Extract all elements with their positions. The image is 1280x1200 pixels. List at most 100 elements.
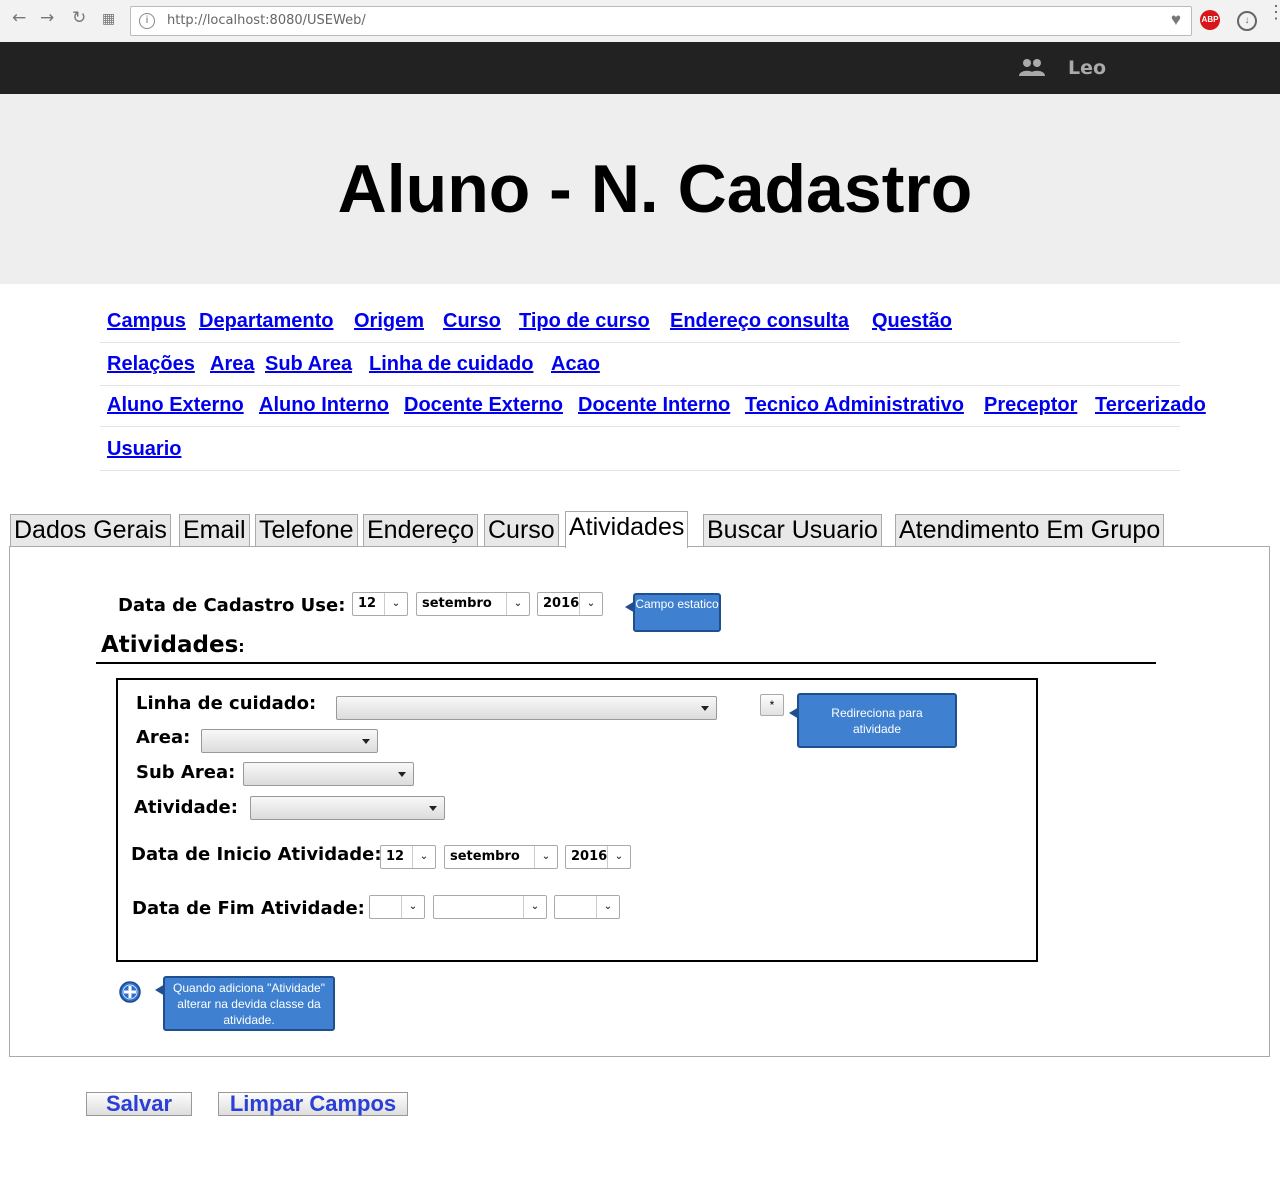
top-bar: Leo xyxy=(0,42,1280,94)
fim-month-select[interactable]: ⌄ xyxy=(433,895,547,919)
chevron-down-icon: ⌄ xyxy=(534,846,557,868)
tab-email[interactable]: Email xyxy=(179,514,250,547)
nav-link-tipo-curso[interactable]: Tipo de curso xyxy=(519,310,650,333)
nav-link-tercerizado[interactable]: Tercerizado xyxy=(1095,394,1206,417)
dropdown-arrow-icon xyxy=(362,739,370,744)
atividade-select[interactable] xyxy=(250,796,445,820)
nav-link-area[interactable]: Area xyxy=(210,353,254,376)
apps-icon[interactable]: ▦ xyxy=(102,11,115,27)
bookmark-heart-icon[interactable]: ♥ xyxy=(1171,10,1181,30)
section-title-text: Atividades xyxy=(101,632,239,658)
nav-link-docente-interno[interactable]: Docente Interno xyxy=(578,394,730,417)
inicio-month-select[interactable]: setembro ⌄ xyxy=(444,845,558,869)
cadastro-day-select[interactable]: 12 ⌄ xyxy=(352,592,408,616)
users-icon xyxy=(1019,59,1045,76)
tab-telefone[interactable]: Telefone xyxy=(255,514,358,547)
tab-dados-gerais[interactable]: Dados Gerais xyxy=(10,514,171,547)
callout-static: Campo estatico xyxy=(625,593,721,632)
callout-add-text: Quando adiciona "Atividade" alterar na d… xyxy=(173,981,325,1027)
tab-atendimento-em-grupo[interactable]: Atendimento Em Grupo xyxy=(895,514,1165,547)
clear-fields-button[interactable]: Limpar Campos xyxy=(218,1092,408,1116)
nav-link-endereco-consulta[interactable]: Endereço consulta xyxy=(670,310,849,333)
nav-link-sub-area[interactable]: Sub Area xyxy=(265,353,352,376)
fim-day-select[interactable]: ⌄ xyxy=(369,895,425,919)
back-icon[interactable]: ← xyxy=(12,8,26,28)
cadastro-month-select[interactable]: setembro ⌄ xyxy=(416,592,530,616)
section-title: Atividades: xyxy=(101,632,245,658)
callout-pointer xyxy=(155,984,165,996)
data-cadastro-label: Data de Cadastro Use: xyxy=(118,595,346,616)
tab-atividades[interactable]: Atividades xyxy=(565,511,689,548)
data-inicio-label: Data de Inicio Atividade: xyxy=(131,844,382,865)
dropdown-arrow-icon xyxy=(701,706,709,711)
inicio-year-select[interactable]: 2016 ⌄ xyxy=(565,845,631,869)
chevron-down-icon: ⌄ xyxy=(412,846,435,868)
save-button[interactable]: Salvar xyxy=(86,1092,192,1116)
inicio-day-value: 12 xyxy=(386,849,405,864)
cadastro-day-value: 12 xyxy=(358,596,377,611)
nav-link-tecnico-administrativo[interactable]: Tecnico Administrativo xyxy=(745,394,964,417)
nav-link-preceptor[interactable]: Preceptor xyxy=(984,394,1077,417)
linha-cuidado-label: Linha de cuidado: xyxy=(136,693,317,714)
chevron-down-icon: ⌄ xyxy=(607,846,630,868)
nav-link-acao[interactable]: Acao xyxy=(551,353,600,376)
user-name[interactable]: Leo xyxy=(1068,57,1106,79)
callout-redirect-text: Redireciona para atividade xyxy=(831,706,923,736)
linha-cuidado-select[interactable] xyxy=(336,696,717,720)
cadastro-month-value: setembro xyxy=(422,596,492,611)
address-bar[interactable]: i http://localhost:8080/USEWeb/ ♥ xyxy=(130,6,1192,36)
nav-link-relacoes[interactable]: Relações xyxy=(107,353,195,376)
forward-icon[interactable]: → xyxy=(40,8,54,28)
nav-link-linha-cuidado[interactable]: Linha de cuidado xyxy=(369,353,533,376)
chevron-down-icon: ⌄ xyxy=(506,593,529,615)
nav-link-aluno-interno[interactable]: Aluno Interno xyxy=(259,394,389,417)
chevron-down-icon: ⌄ xyxy=(384,593,407,615)
nav-row-2: Relações Area Sub Area Linha de cuidado … xyxy=(100,343,1180,386)
callout-add: Quando adiciona "Atividade" alterar na d… xyxy=(155,976,335,1031)
chevron-down-icon: ⌄ xyxy=(596,896,619,918)
dropdown-arrow-icon xyxy=(429,806,437,811)
section-title-colon: : xyxy=(238,637,245,656)
nav-link-docente-externo[interactable]: Docente Externo xyxy=(404,394,563,417)
data-fim-label: Data de Fim Atividade: xyxy=(132,898,365,919)
cadastro-year-select[interactable]: 2016 ⌄ xyxy=(537,592,603,616)
callout-pointer xyxy=(625,601,635,613)
tab-curso[interactable]: Curso xyxy=(484,514,559,547)
cadastro-year-value: 2016 xyxy=(543,596,580,611)
site-info-icon[interactable]: i xyxy=(139,13,155,29)
nav-row-3: Aluno Externo Aluno Interno Docente Exte… xyxy=(100,384,1206,427)
dropdown-arrow-icon xyxy=(398,772,406,777)
tab-buscar-usuario[interactable]: Buscar Usuario xyxy=(703,514,882,547)
nav-link-usuario[interactable]: Usuario xyxy=(107,438,181,461)
fim-year-select[interactable]: ⌄ xyxy=(554,895,620,919)
sub-area-select[interactable] xyxy=(243,762,414,786)
tab-endereco[interactable]: Endereço xyxy=(363,514,479,547)
callout-redirect: Redireciona para atividade xyxy=(789,693,957,748)
nav-row-1: Campus Departamento Origem Curso Tipo de… xyxy=(100,300,1180,343)
page-title: Aluno - N. Cadastro xyxy=(337,151,973,227)
callout-pointer xyxy=(789,707,799,719)
reload-icon[interactable]: ↻ xyxy=(72,8,86,28)
browser-toolbar: ← → ↻ ▦ i http://localhost:8080/USEWeb/ … xyxy=(0,0,1280,43)
download-icon[interactable]: ↓ xyxy=(1237,11,1257,31)
area-select[interactable] xyxy=(201,729,378,753)
add-activity-icon[interactable] xyxy=(119,981,141,1003)
url-text[interactable]: http://localhost:8080/USEWeb/ xyxy=(167,13,366,28)
inicio-month-value: setembro xyxy=(450,849,520,864)
sub-area-label: Sub Area: xyxy=(136,762,236,783)
chevron-down-icon: ⌄ xyxy=(523,896,546,918)
nav-link-questao[interactable]: Questão xyxy=(872,310,952,333)
nav-link-campus[interactable]: Campus xyxy=(107,310,186,333)
area-label: Area: xyxy=(136,727,191,748)
nav-link-origem[interactable]: Origem xyxy=(354,310,424,333)
nav-link-departamento[interactable]: Departamento xyxy=(199,310,333,333)
inicio-day-select[interactable]: 12 ⌄ xyxy=(380,845,436,869)
nav-link-curso[interactable]: Curso xyxy=(443,310,501,333)
adblock-icon[interactable]: ABP xyxy=(1200,10,1220,30)
inicio-year-value: 2016 xyxy=(571,849,608,864)
nav-link-aluno-externo[interactable]: Aluno Externo xyxy=(107,394,244,417)
section-divider xyxy=(96,662,1156,664)
redirect-star-button[interactable]: * xyxy=(760,694,784,716)
browser-menu-icon[interactable]: ⋮ xyxy=(1267,3,1280,21)
page-header: Aluno - N. Cadastro xyxy=(0,94,1280,284)
